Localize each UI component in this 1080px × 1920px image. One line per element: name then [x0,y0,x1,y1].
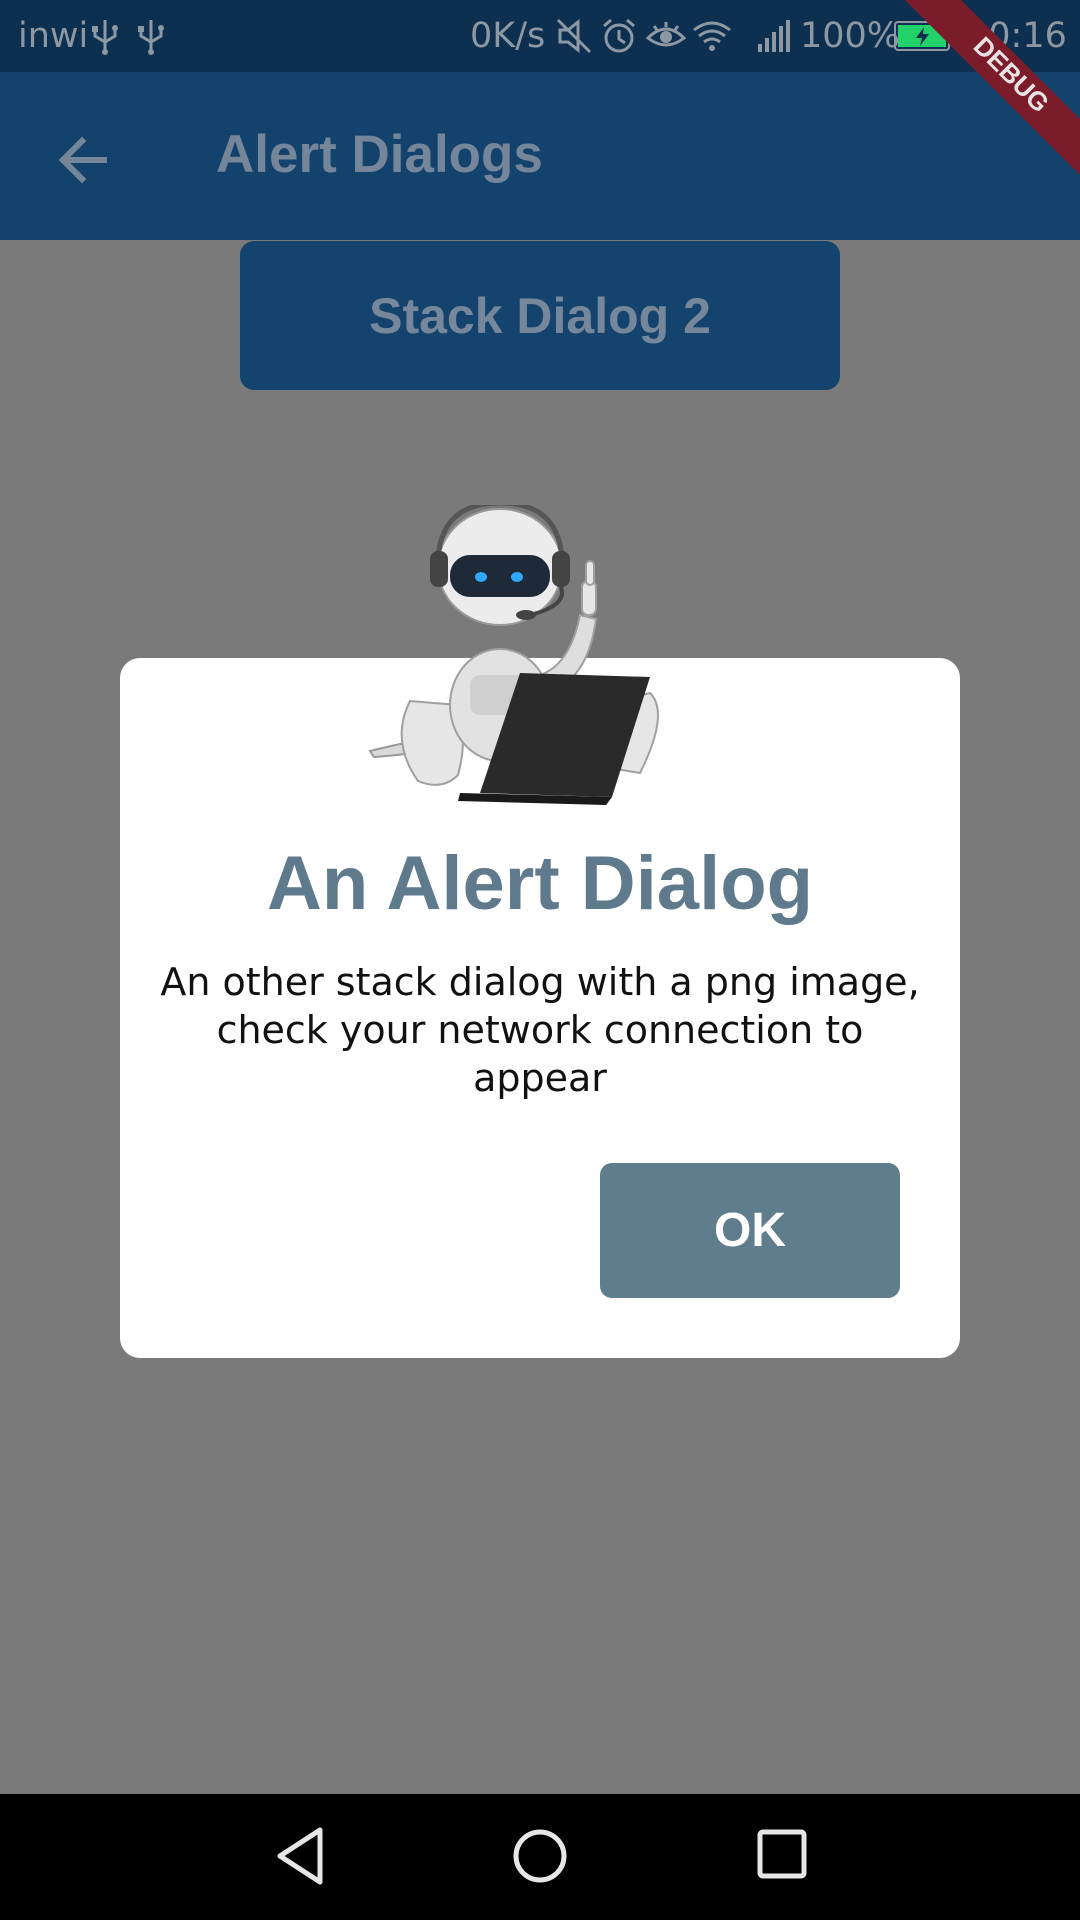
status-bar: inwi 0K/s 100% 20:16 [0,0,1080,72]
stack-dialog-button[interactable]: Stack Dialog 2 [240,241,840,390]
dialog-message: An other stack dialog with a png image, … [160,960,920,1100]
clock: 20:16 [966,16,1067,56]
battery-percent: 100% [800,16,901,56]
dialog-title: An Alert Dialog [266,841,814,926]
nav-bar [0,1794,1080,1920]
eye-icon [646,0,686,72]
usb-icon [136,0,166,72]
carrier-label: inwi [18,16,89,56]
usb-icon [90,0,120,72]
mute-icon [556,0,592,72]
back-nav-icon[interactable] [272,1824,328,1888]
wifi-icon [692,0,732,72]
page-title: Alert Dialogs [216,125,543,184]
signal-icon [756,0,792,72]
network-speed: 0K/s [470,16,546,56]
ok-button[interactable]: OK [600,1163,900,1298]
arrow-back-icon[interactable] [52,128,116,192]
app-bar: Alert Dialogs [0,72,1080,240]
recents-nav-icon[interactable] [752,1824,816,1888]
battery-icon [894,0,956,72]
robot-image [350,500,730,805]
alarm-icon [600,0,638,72]
home-nav-icon[interactable] [508,1824,572,1888]
